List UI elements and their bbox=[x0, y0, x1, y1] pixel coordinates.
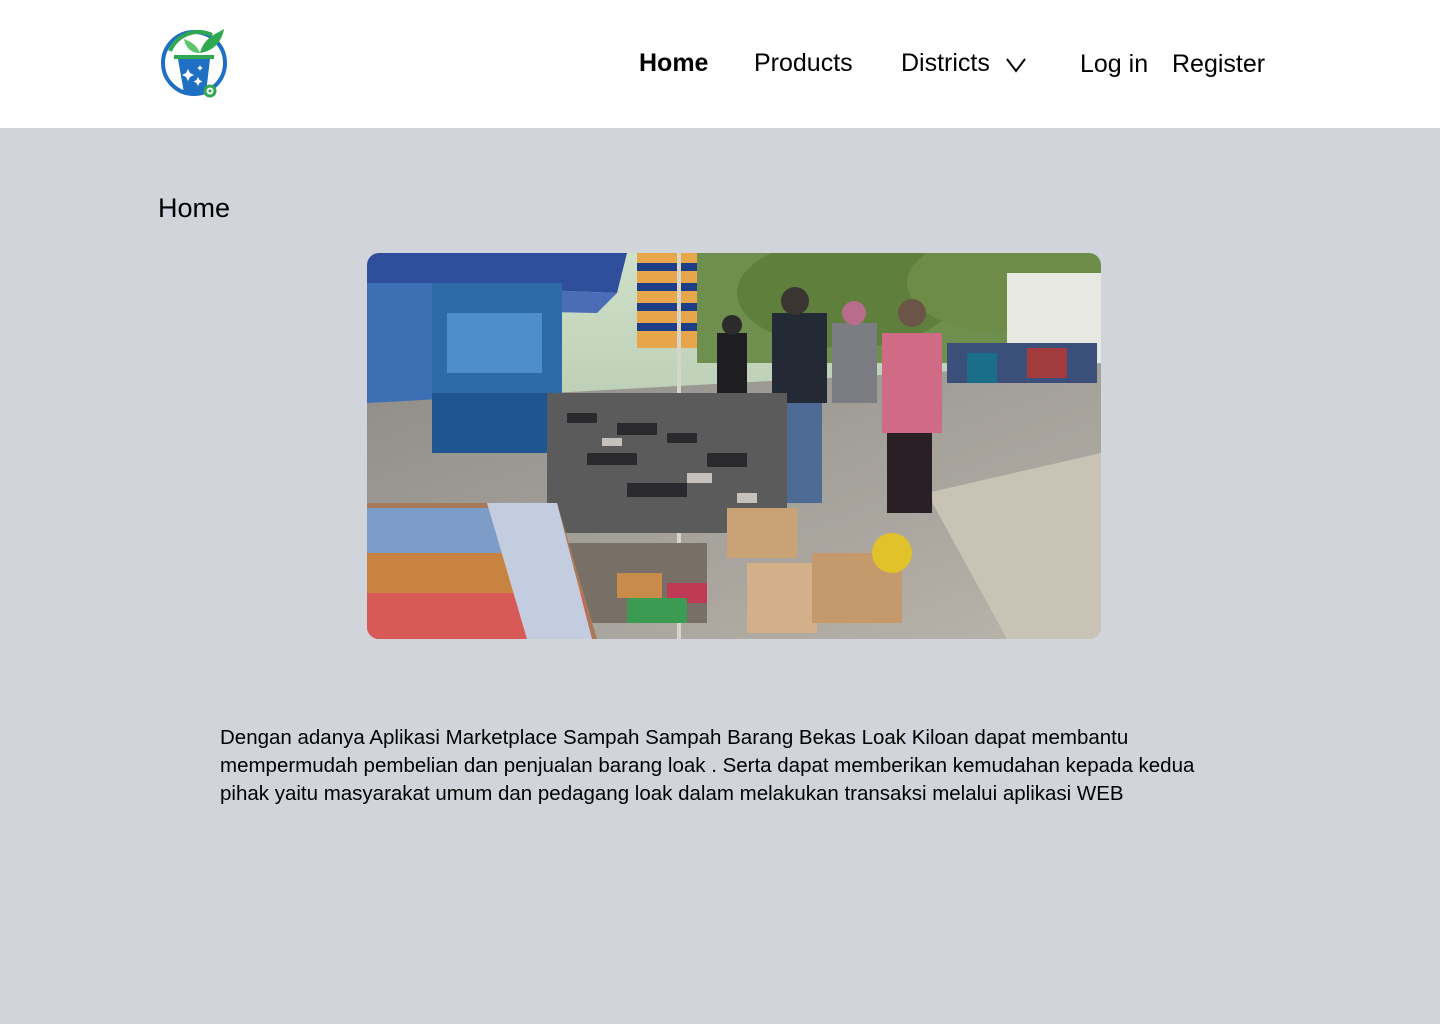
page-title: Home bbox=[158, 193, 231, 223]
register-link[interactable]: Register bbox=[1172, 47, 1265, 81]
marketplace-logo[interactable] bbox=[160, 23, 232, 103]
login-link[interactable]: Log in bbox=[1080, 47, 1148, 81]
chevron-down-icon[interactable] bbox=[1005, 56, 1027, 74]
intro-paragraph: Dengan adanya Aplikasi Marketplace Sampa… bbox=[220, 726, 1195, 805]
nav-home[interactable]: Home bbox=[639, 46, 708, 80]
hero-image bbox=[367, 253, 1101, 639]
nav-products[interactable]: Products bbox=[754, 46, 853, 80]
top-navbar: Home Products Districts Log in Register bbox=[0, 0, 1440, 128]
nav-districts[interactable]: Districts bbox=[901, 46, 990, 80]
